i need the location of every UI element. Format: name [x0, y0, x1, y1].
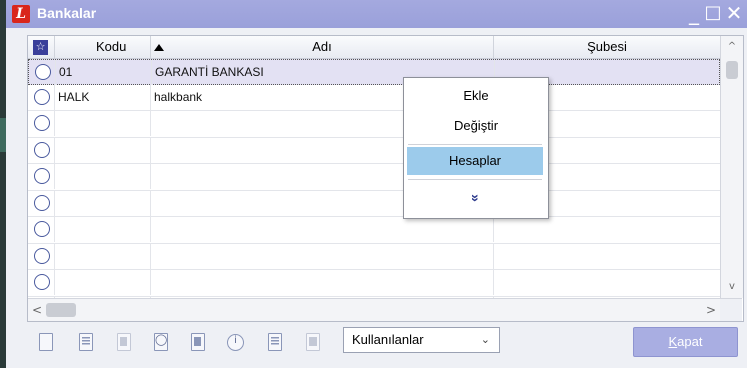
scroll-right-icon[interactable]: >: [702, 299, 720, 321]
cell-kodu: [54, 270, 153, 295]
window-title: Bankalar: [37, 5, 97, 21]
delete-icon[interactable]: [117, 333, 131, 351]
row-select-radio[interactable]: [34, 274, 50, 290]
horizontal-scroll-thumb[interactable]: [46, 303, 76, 317]
cell-subesi: [493, 270, 720, 295]
kapat-button[interactable]: Kapat: [633, 327, 738, 357]
cell-adi: [150, 217, 495, 242]
bottom-toolbar: ◯ i Kullanılanlar ⌄ Kapat: [6, 322, 747, 368]
expand-more-icon[interactable]: »: [404, 184, 548, 212]
table-row[interactable]: [28, 164, 720, 191]
cell-kodu: [54, 164, 153, 189]
filter-dropdown[interactable]: Kullanılanlar ⌄: [343, 327, 500, 353]
banks-grid: ☆ Kodu Adı Şubesi 01 GARANTİ BANKASI HALK h…: [27, 35, 744, 322]
cell-subesi: [493, 217, 720, 242]
menu-item-ekle[interactable]: Ekle: [404, 82, 548, 110]
row-select-radio[interactable]: [34, 168, 50, 184]
preview-icon[interactable]: ◯: [154, 333, 168, 351]
kapat-mnemonic: K: [668, 334, 678, 349]
chevron-double-down-icon: »: [467, 194, 484, 202]
row-select-radio[interactable]: [34, 88, 50, 105]
cell-kodu: [54, 217, 153, 242]
maximize-button[interactable]: □: [702, 2, 724, 24]
row-select-radio[interactable]: [34, 194, 50, 211]
app-logo-icon: L: [12, 5, 30, 23]
magnifier-icon: ◯: [155, 333, 168, 346]
menu-item-hesaplar[interactable]: Hesaplar: [407, 147, 543, 175]
close-window-button[interactable]: ✕: [723, 2, 745, 24]
bankalar-window: L Bankalar _ □ ✕ ☆ Kodu Adı Şubesi 01 GAR…: [6, 0, 747, 368]
cell-kodu: [54, 111, 153, 136]
row-select-radio[interactable]: [35, 64, 51, 80]
edit-icon[interactable]: [79, 333, 93, 351]
info-icon[interactable]: i: [227, 334, 244, 351]
scroll-left-icon[interactable]: <: [28, 299, 46, 321]
new-document-icon[interactable]: [39, 333, 53, 351]
table-row[interactable]: [28, 270, 720, 297]
list-icon[interactable]: [268, 333, 282, 351]
cell-adi: [150, 243, 495, 269]
menu-item-degistir[interactable]: Değiştir: [404, 112, 548, 140]
row-select-radio[interactable]: [34, 115, 50, 131]
column-header-kodu[interactable]: Kodu: [55, 36, 164, 58]
star-icon[interactable]: ☆: [33, 40, 48, 55]
vertical-scrollbar[interactable]: ^ v: [720, 36, 743, 298]
horizontal-scrollbar[interactable]: < >: [28, 298, 742, 321]
row-select-radio[interactable]: [34, 141, 50, 158]
context-menu: Ekle Değiştir Hesaplar »: [403, 77, 549, 219]
filter-dropdown-value: Kullanılanlar: [352, 332, 424, 347]
kapat-label: apat: [677, 334, 703, 349]
chevron-down-icon: ⌄: [480, 334, 490, 346]
grid-rows: 01 GARANTİ BANKASI HALK halkbank: [28, 59, 720, 321]
copy-icon[interactable]: [191, 333, 205, 351]
table-row[interactable]: [28, 190, 720, 217]
menu-separator: [408, 179, 542, 180]
column-header-kodu-label: Kodu: [96, 39, 127, 54]
report-icon[interactable]: [306, 333, 320, 351]
cell-kodu: 01: [55, 60, 154, 85]
cell-subesi: [493, 243, 720, 269]
menu-separator: [408, 144, 542, 145]
table-row[interactable]: HALK halkbank: [28, 84, 720, 111]
row-select-radio[interactable]: [34, 247, 50, 264]
cell-kodu: [54, 190, 153, 216]
favorite-column-header[interactable]: ☆: [28, 36, 55, 58]
grid-header: ☆ Kodu Adı Şubesi: [28, 36, 720, 59]
table-row[interactable]: [28, 137, 720, 164]
scroll-corner: [720, 299, 742, 321]
row-select-radio[interactable]: [34, 221, 50, 237]
scroll-down-icon[interactable]: v: [721, 278, 743, 296]
column-header-adi[interactable]: Adı: [151, 36, 494, 58]
cell-adi: [150, 270, 495, 295]
info-glyph: i: [234, 335, 237, 346]
table-row[interactable]: [28, 217, 720, 244]
vertical-scroll-thumb[interactable]: [726, 61, 738, 79]
title-bar[interactable]: L Bankalar _ □ ✕: [6, 0, 747, 28]
column-header-subesi[interactable]: Şubesi: [494, 36, 720, 58]
cell-kodu: [54, 243, 153, 269]
cell-kodu: [54, 137, 153, 163]
table-row[interactable]: [28, 243, 720, 270]
table-row[interactable]: 01 GARANTİ BANKASI: [28, 59, 720, 85]
cell-kodu: HALK: [54, 84, 153, 110]
table-row[interactable]: [28, 111, 720, 138]
scroll-up-icon[interactable]: ^: [721, 38, 743, 56]
